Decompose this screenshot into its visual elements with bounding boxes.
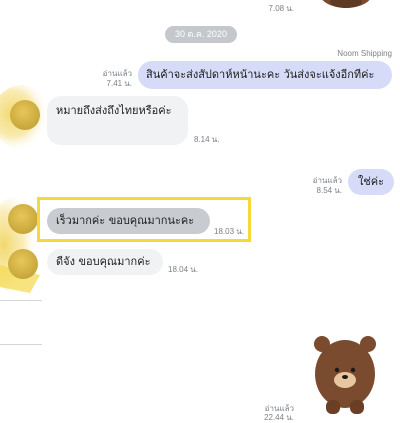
chat-bubble-incoming[interactable]: ดีจัง ขอบคุณมากค่ะ [47,249,163,275]
message-time: 8.14 น. [194,135,220,144]
read-receipt: อ่านแล้ว [102,69,132,78]
sender-name: Noom Shipping [337,49,392,58]
message-time: 18.03 น. [214,227,244,236]
divider [0,300,42,301]
message-time: 18.04 น. [168,265,198,274]
divider [0,344,42,345]
user-avatar[interactable] [8,249,38,279]
chat-bubble-incoming[interactable]: หมายถึงส่งถึงไทยหรือค่ะ [47,96,188,145]
bear-sticker-top-partial [322,0,370,8]
chat-bubble-outgoing[interactable]: ใช่ค่ะ [348,169,394,195]
user-avatar[interactable] [8,204,38,234]
message-time: 8.54 น. [316,186,342,195]
chat-bubble-outgoing[interactable]: สินค้าจะส่งสัปดาห์หน้านะคะ วันส่งจะแจ้งอ… [138,61,392,89]
message-time: 7.41 น. [106,79,132,88]
bear-sticker[interactable] [312,330,378,416]
date-divider: 30 ต.ค. 2020 [165,26,237,43]
message-time: 7.08 น. [268,4,294,13]
chat-bubble-incoming[interactable]: เร็วมากค่ะ ขอบคุณมากนะคะ [47,208,210,234]
read-receipt: อ่านแล้ว [312,176,342,185]
message-time: 22.44 น. [264,413,294,422]
user-avatar[interactable] [10,100,40,130]
